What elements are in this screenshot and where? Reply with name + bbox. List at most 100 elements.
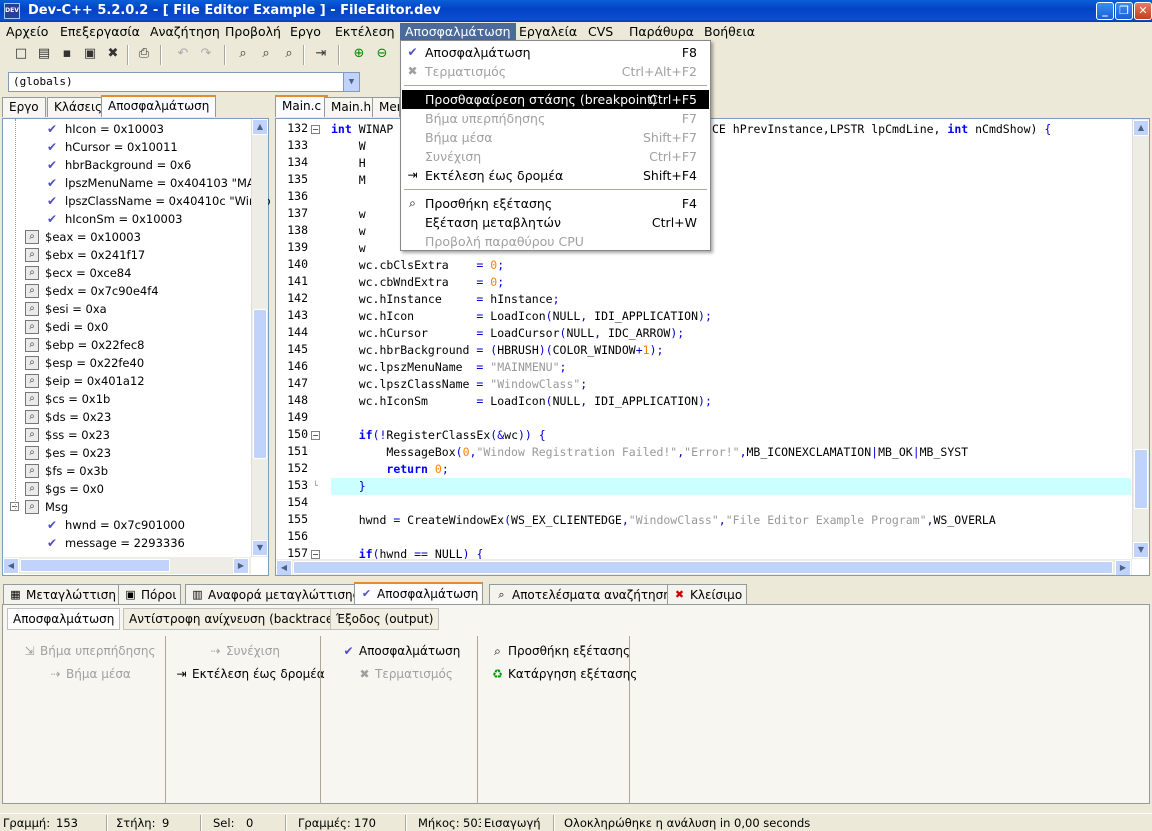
menu-view[interactable]: Προβολή — [220, 23, 286, 40]
goto-line-icon[interactable]: ⇥ — [312, 45, 330, 63]
code-line[interactable]: wc.lpszClassName = "WindowClass"; — [331, 376, 588, 393]
find-icon[interactable]: ⌕ — [234, 45, 252, 63]
code-line[interactable]: wc.lpszMenuName = "MAINMENU"; — [331, 359, 567, 376]
debug-menu-item[interactable]: Εξέταση μεταβλητών Ctrl+W — [402, 213, 709, 232]
fold-toggle-icon[interactable]: − — [311, 125, 320, 134]
code-line[interactable]: wc.hbrBackground = (HBRUSH)(COLOR_WINDOW… — [331, 342, 664, 359]
code-line[interactable]: W — [331, 138, 366, 155]
tab-classes[interactable]: Κλάσεις — [47, 97, 110, 117]
tree-item[interactable]: ⌕ $esi = 0xa — [3, 300, 249, 318]
add-to-project-icon[interactable]: ⊕ — [350, 45, 368, 63]
tree-item[interactable]: ✔ lpszClassName = 0x40410c "Windo — [3, 192, 271, 210]
debug-menu-item[interactable]: ✔ Αποσφαλμάτωση F8 — [402, 43, 709, 62]
menu-project[interactable]: Εργο — [285, 23, 326, 40]
undo-icon[interactable]: ↶ — [174, 45, 192, 63]
scroll-thumb[interactable] — [1134, 449, 1148, 509]
tree-item[interactable]: ✔ lpszMenuName = 0x404103 "MAIN — [3, 174, 267, 192]
tree-item[interactable]: ✔ hbrBackground = 0x6 — [3, 156, 249, 174]
tree-item[interactable]: ⌕ $esp = 0x22fe40 — [3, 354, 249, 372]
tree-item[interactable]: ⌕ $fs = 0x3b — [3, 462, 249, 480]
bottom-tab[interactable]: ▦ Μεταγλώττιση — [3, 584, 121, 605]
tree-item[interactable]: ✔ hwnd = 0x7c901000 — [3, 516, 249, 534]
maximize-button[interactable]: ❐ — [1115, 2, 1133, 20]
tree-item[interactable]: ⌕ $ss = 0x23 — [3, 426, 249, 444]
editor-horizontal-scrollbar[interactable]: ◀ ▶ — [276, 559, 1132, 575]
open-file-icon[interactable]: ▤ — [35, 45, 53, 63]
tab-menu[interactable]: Mer — [372, 97, 400, 117]
code-line[interactable]: wc.cbClsExtra = 0; — [331, 257, 504, 274]
code-line[interactable]: hwnd = CreateWindowEx(WS_EX_CLIENTEDGE,"… — [331, 512, 996, 529]
code-line[interactable]: wc.hCursor = LoadCursor(NULL, IDC_ARROW)… — [331, 325, 685, 342]
scroll-thumb[interactable] — [293, 561, 1113, 574]
code-line[interactable]: wc.hIcon = LoadIcon(NULL, IDI_APPLICATIO… — [331, 308, 712, 325]
bottom-tab[interactable]: ⌕ Αποτελέσματα αναζήτησης — [489, 584, 683, 605]
scroll-thumb[interactable] — [20, 559, 170, 572]
menu-windows[interactable]: Παράθυρα — [624, 23, 699, 40]
subtab-output[interactable]: Έξοδος (output) — [330, 608, 440, 630]
scroll-right-icon[interactable]: ▶ — [1115, 560, 1131, 575]
tree-horizontal-scrollbar[interactable]: ◀ ▶ — [3, 557, 251, 574]
tree-item[interactable]: ⌕ $cs = 0x1b — [3, 390, 249, 408]
tree-item[interactable]: ⌕ $ebx = 0x241f17 — [3, 246, 249, 264]
scroll-left-icon[interactable]: ◀ — [276, 560, 292, 575]
debug-menu-item[interactable]: Προσθαφαίρεση στάσης (breakpoint) Ctrl+F5 — [402, 90, 709, 109]
find-next-icon[interactable]: ⌕ — [280, 45, 298, 63]
replace-icon[interactable]: ⌕ — [257, 45, 275, 63]
print-icon[interactable]: ⎙ — [135, 45, 153, 63]
debug-menu-item[interactable]: Βήμα υπερπήδησης F7 — [402, 109, 709, 128]
redo-icon[interactable]: ↷ — [197, 45, 215, 63]
tree-item[interactable]: ✔ message = 2293336 — [3, 534, 249, 552]
menu-execute[interactable]: Εκτέλεση — [330, 23, 400, 40]
scroll-left-icon[interactable]: ◀ — [3, 558, 19, 574]
scroll-down-icon[interactable]: ▼ — [252, 540, 268, 556]
bottom-tab[interactable]: ✖ Κλείσιμο — [667, 584, 748, 605]
debug-menu-item[interactable]: ⇥ Εκτέλεση έως δρομέα Shift+F4 — [402, 166, 709, 185]
scroll-right-icon[interactable]: ▶ — [233, 558, 249, 574]
scroll-down-icon[interactable]: ▼ — [1133, 542, 1149, 558]
tree-item[interactable]: ✔ hIconSm = 0x10003 — [3, 210, 249, 228]
new-file-icon[interactable]: □ — [12, 45, 30, 63]
subtab-debug[interactable]: Αποσφαλμάτωση — [7, 608, 121, 630]
fold-toggle-icon[interactable]: − — [311, 431, 320, 440]
close-file-icon[interactable]: ✖ — [104, 45, 122, 63]
menu-help[interactable]: Βοήθεια — [699, 23, 760, 40]
current-code-line[interactable]: } — [331, 478, 1131, 495]
code-line[interactable]: wc.hInstance = hInstance; — [331, 291, 560, 308]
save-icon[interactable]: ▪ — [58, 45, 76, 63]
step-over-button[interactable]: ⇲ Βήμα υπερπήδησης — [22, 642, 155, 660]
add-watch-button[interactable]: ⌕ Προσθήκη εξέτασης — [490, 642, 630, 660]
fold-toggle-icon[interactable]: − — [311, 550, 320, 559]
code-line[interactable]: return 0; — [331, 461, 448, 478]
tab-main-c[interactable]: Main.c — [275, 95, 329, 117]
continue-button[interactable]: ⇢ Συνέχιση — [208, 642, 279, 660]
step-into-button[interactable]: ⇢ Βήμα μέσα — [48, 665, 130, 683]
scroll-thumb[interactable] — [253, 309, 267, 459]
menu-debug[interactable]: Αποσφαλμάτωση — [400, 23, 516, 40]
run-to-cursor-button[interactable]: ⇥ Εκτέλεση έως δρομέα — [174, 665, 324, 683]
menu-cvs[interactable]: CVS — [583, 23, 618, 40]
subtab-backtrace[interactable]: Αντίστροφη ανίχνευση (backtrace) — [123, 608, 344, 630]
bottom-tab[interactable]: ▣ Πόροι — [118, 584, 182, 605]
tree-item[interactable]: ⌕ $ecx = 0xce84 — [3, 264, 249, 282]
close-button[interactable]: ✕ — [1134, 2, 1152, 20]
remove-from-project-icon[interactable]: ⊖ — [373, 45, 391, 63]
minimize-button[interactable]: _ — [1096, 2, 1114, 20]
scroll-up-icon[interactable]: ▲ — [1133, 120, 1149, 136]
code-line-tail[interactable]: CE hPrevInstance,LPSTR lpCmdLine, int nC… — [712, 121, 1051, 138]
menu-file[interactable]: Αρχείο — [1, 23, 53, 40]
code-line[interactable]: MessageBox(0,"Window Registration Failed… — [331, 444, 968, 461]
tree-item[interactable]: ⌕ $eax = 0x10003 — [3, 228, 249, 246]
tree-item[interactable]: ⌕ $edi = 0x0 — [3, 318, 249, 336]
save-all-icon[interactable]: ▣ — [81, 45, 99, 63]
code-line[interactable]: H — [331, 155, 366, 172]
code-line[interactable]: M — [331, 172, 366, 189]
tree-item[interactable]: ⌕ $eip = 0x401a12 — [3, 372, 249, 390]
tree-item[interactable]: ⌕ $ds = 0x23 — [3, 408, 249, 426]
code-line[interactable]: wc.hIconSm = LoadIcon(NULL, IDI_APPLICAT… — [331, 393, 712, 410]
tab-debug[interactable]: Αποσφαλμάτωση — [101, 95, 217, 117]
code-line[interactable]: w — [331, 240, 366, 257]
tree-item[interactable]: ✔ hIcon = 0x10003 — [3, 120, 249, 138]
remove-watch-button[interactable]: ♻ Κατάργηση εξέτασης — [490, 665, 637, 683]
scroll-up-icon[interactable]: ▲ — [252, 119, 268, 135]
code-line[interactable]: int WINAP — [331, 121, 393, 138]
